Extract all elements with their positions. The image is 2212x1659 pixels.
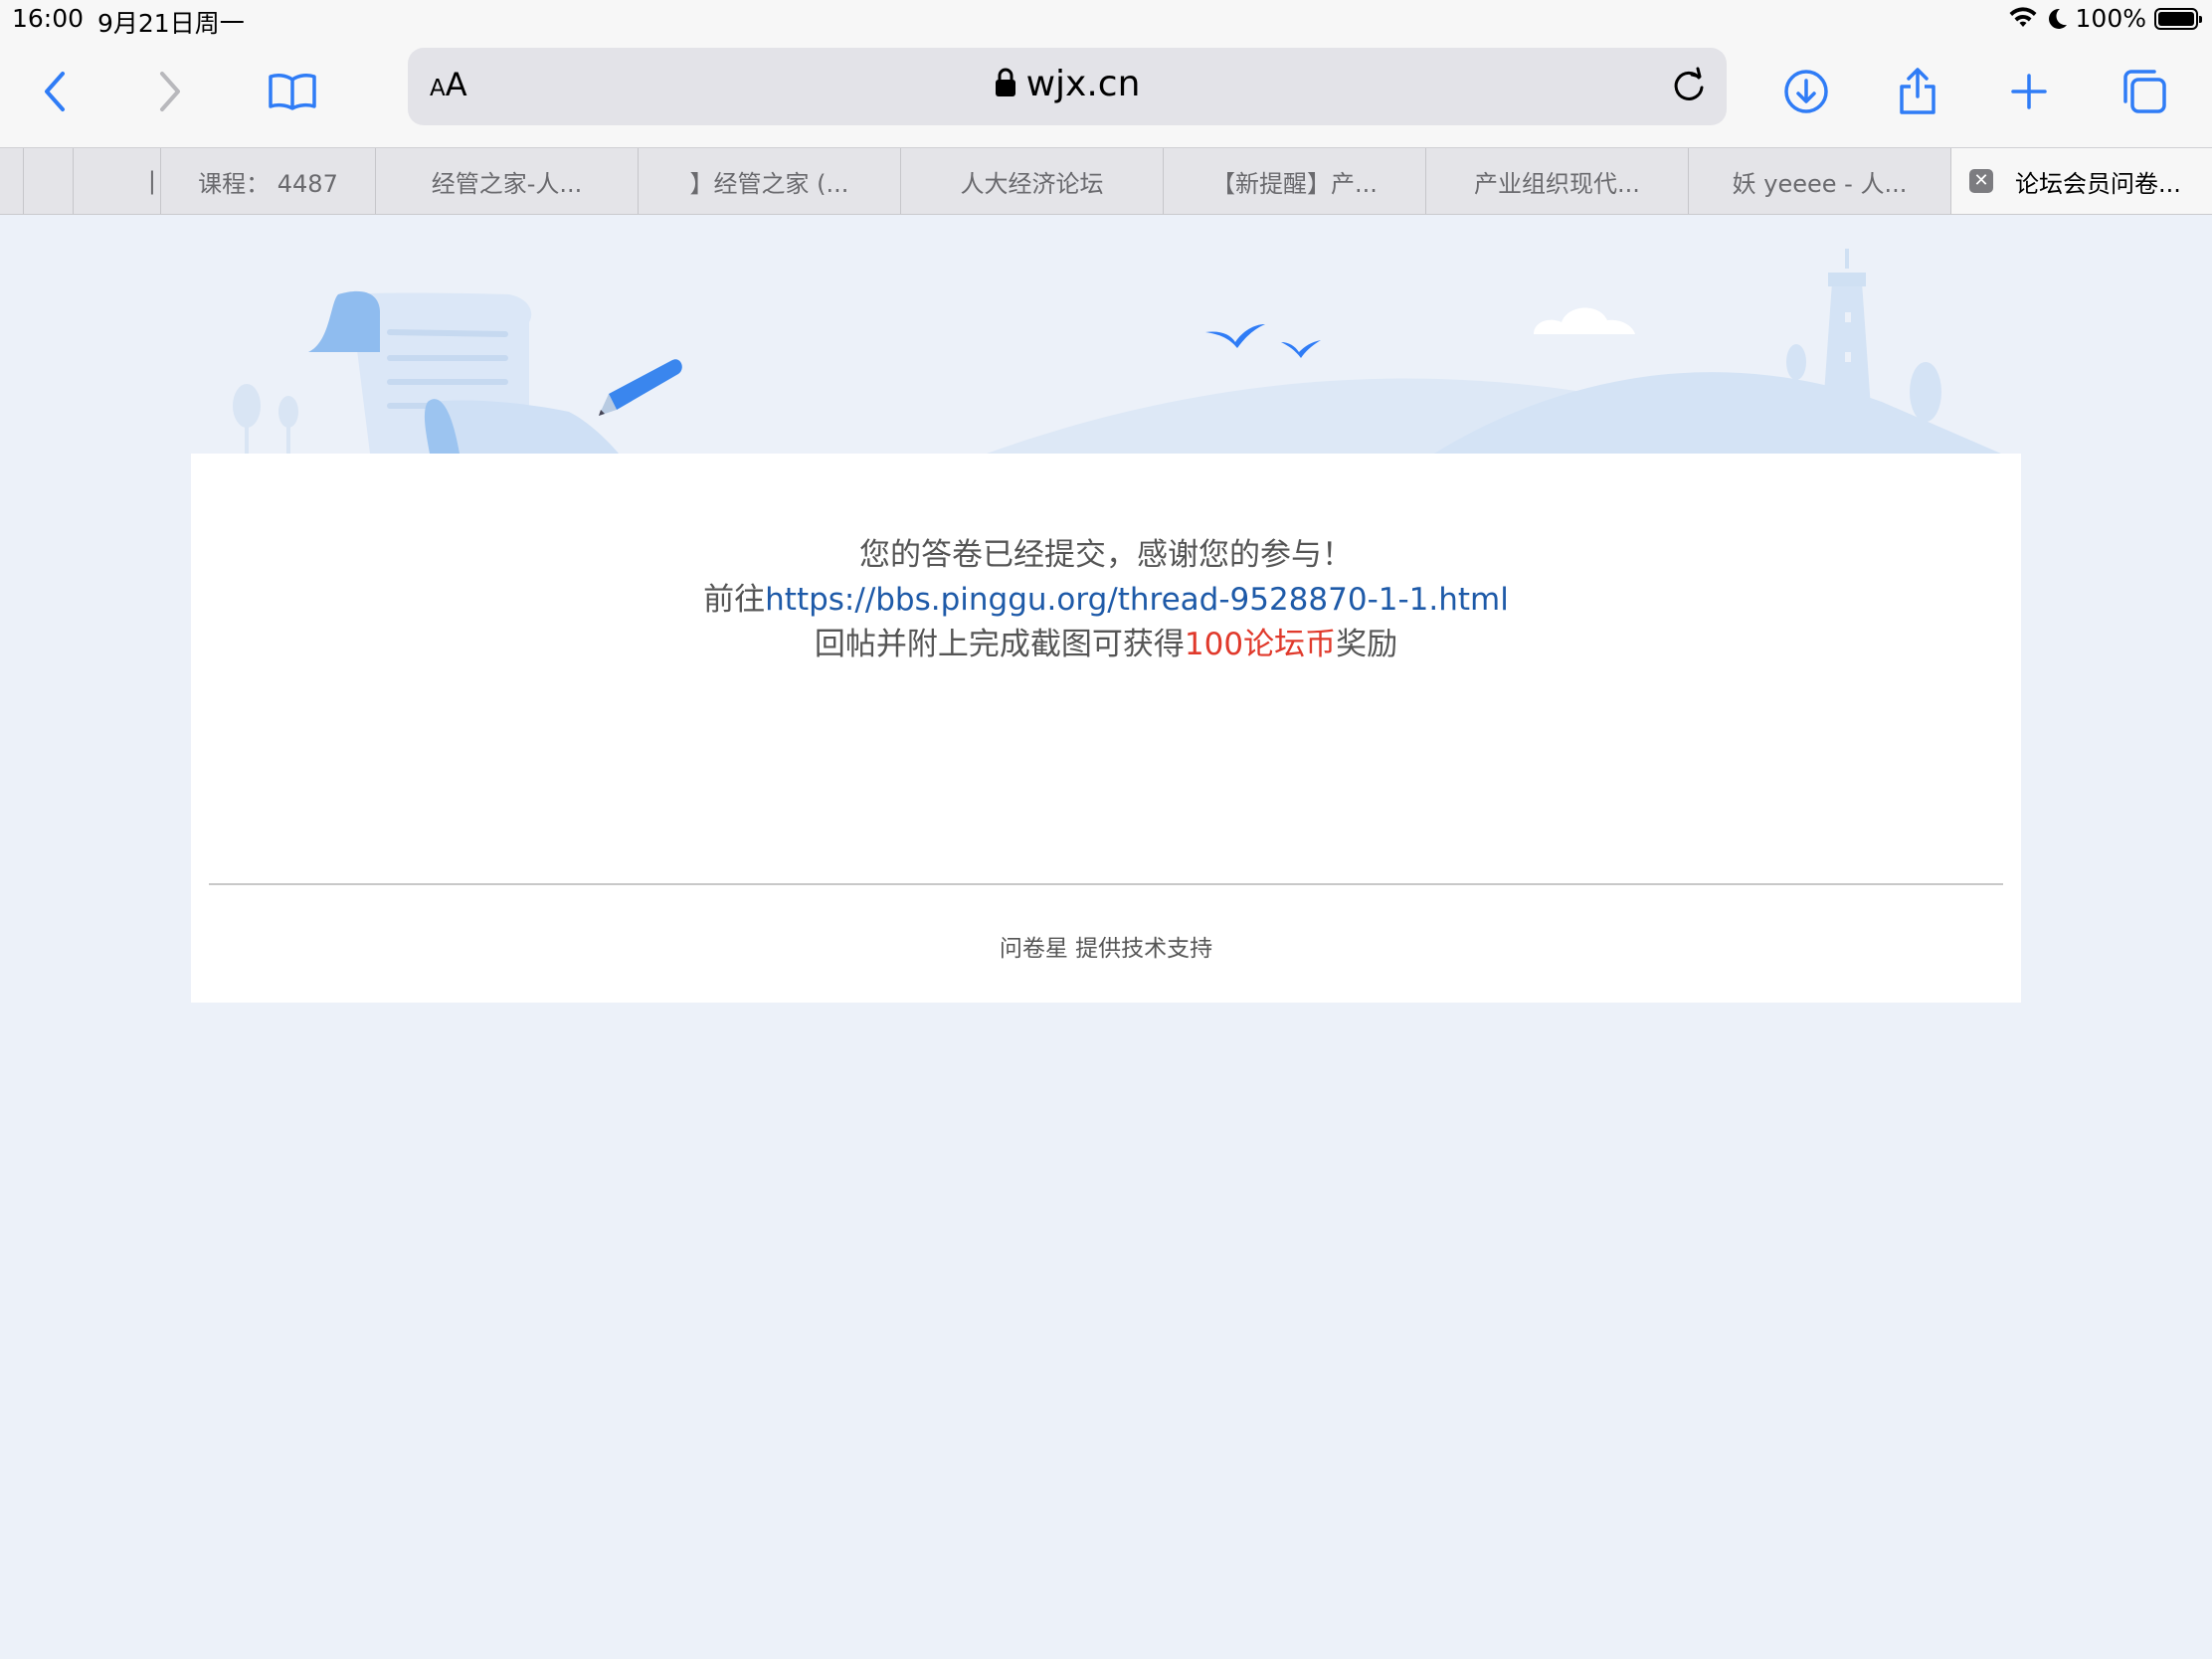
tab-item[interactable]: 经管之家-人...	[376, 148, 639, 214]
status-time: 16:00	[12, 4, 85, 33]
tab-item[interactable]: 产业组织现代...	[1426, 148, 1689, 214]
forum-thread-link[interactable]: https://bbs.pinggu.org/thread-9528870-1-…	[765, 582, 1509, 618]
message-line-2-prefix: 前往	[703, 582, 766, 618]
bookmarks-button[interactable]	[263, 62, 322, 121]
bird-icon	[1205, 324, 1265, 348]
battery-percent: 100%	[2075, 4, 2146, 33]
tab-label: 经管之家-人...	[431, 169, 583, 198]
reload-button[interactable]	[1669, 66, 1709, 109]
tab-item[interactable]	[0, 148, 24, 214]
back-button[interactable]	[26, 62, 86, 121]
tab-item-active[interactable]: ✕ 论坛会员问卷...	[1951, 148, 2212, 214]
submission-message: 您的答卷已经提交，感谢您的参与！ 前往https://bbs.pinggu.or…	[191, 533, 2021, 667]
tab-overview-button[interactable]	[2115, 62, 2174, 121]
forward-button[interactable]	[139, 62, 199, 121]
footer-credit: 问卷星 提供技术支持	[999, 936, 1213, 962]
share-button[interactable]	[1888, 62, 1947, 121]
tab-bar: | 课程： 4487 经管之家-人... 】经管之家 (... 人大经济论坛 【…	[0, 147, 2212, 215]
pen-icon	[599, 359, 682, 416]
message-line-3-suffix: 奖励	[1336, 627, 1398, 662]
tab-label: 妖 yeeee - 人...	[1732, 169, 1908, 198]
tab-label: 】经管之家 (...	[689, 169, 849, 198]
document-icon	[308, 290, 619, 454]
divider	[209, 883, 2003, 885]
download-icon	[1784, 70, 1828, 113]
tab-item[interactable]	[24, 148, 74, 214]
new-tab-button[interactable]	[1999, 62, 2059, 121]
book-icon	[269, 74, 316, 110]
tab-item[interactable]: 课程： 4487	[161, 148, 376, 214]
moon-icon	[2048, 8, 2067, 29]
tab-label: 论坛会员问卷...	[2015, 169, 2181, 198]
address-bar[interactable]: AA wjx.cn	[408, 48, 1727, 125]
tab-label: 产业组织现代...	[1474, 169, 1640, 198]
plus-icon	[2011, 74, 2047, 109]
tab-label: |	[147, 167, 156, 195]
url-text: wjx.cn	[1025, 64, 1141, 104]
tab-item[interactable]: 妖 yeeee - 人...	[1689, 148, 1951, 214]
tree-icon	[233, 384, 298, 454]
chevron-right-icon	[160, 72, 180, 111]
message-line-3-prefix: 回帖并附上完成截图可获得	[814, 627, 1185, 662]
downloads-button[interactable]	[1776, 62, 1836, 121]
tab-label: 课程： 4487	[198, 169, 338, 198]
cloud-icon	[1534, 307, 1635, 334]
battery-icon	[2154, 7, 2202, 30]
tabs-icon	[2123, 70, 2166, 113]
reward-amount: 100论坛币	[1184, 627, 1337, 662]
bird-icon	[1281, 340, 1321, 358]
share-icon	[1900, 68, 1936, 114]
tab-close-icon[interactable]: ✕	[1969, 169, 1993, 193]
status-right: 100%	[2008, 4, 2202, 33]
banner-illustration	[233, 249, 2001, 454]
tab-item[interactable]: 人大经济论坛	[901, 148, 1164, 214]
reload-icon	[1674, 67, 1704, 100]
lock-icon	[995, 68, 1015, 96]
wifi-icon	[2009, 6, 2037, 27]
tab-label: 【新提醒】产...	[1211, 169, 1378, 198]
tab-item[interactable]: 】经管之家 (...	[639, 148, 901, 214]
browser-toolbar: AA wjx.cn	[0, 40, 2212, 147]
tab-label: 人大经济论坛	[960, 169, 1104, 198]
status-date: 9月21日周一	[97, 9, 245, 38]
message-line-2: 前往https://bbs.pinggu.org/thread-9528870-…	[191, 578, 2021, 623]
message-line-3: 回帖并附上完成截图可获得100论坛币奖励	[191, 623, 2021, 667]
status-bar: 16:00 9月21日周一 100%	[0, 0, 2212, 40]
url-display[interactable]: wjx.cn	[408, 64, 1727, 104]
lighthouse-icon	[1822, 249, 1872, 422]
result-card: 您的答卷已经提交，感谢您的参与！ 前往https://bbs.pinggu.or…	[191, 454, 2021, 1003]
tab-item[interactable]: 【新提醒】产...	[1164, 148, 1426, 214]
tab-item[interactable]: |	[74, 148, 161, 214]
message-line-1: 您的答卷已经提交，感谢您的参与！	[859, 537, 1353, 573]
chevron-left-icon	[45, 72, 65, 111]
